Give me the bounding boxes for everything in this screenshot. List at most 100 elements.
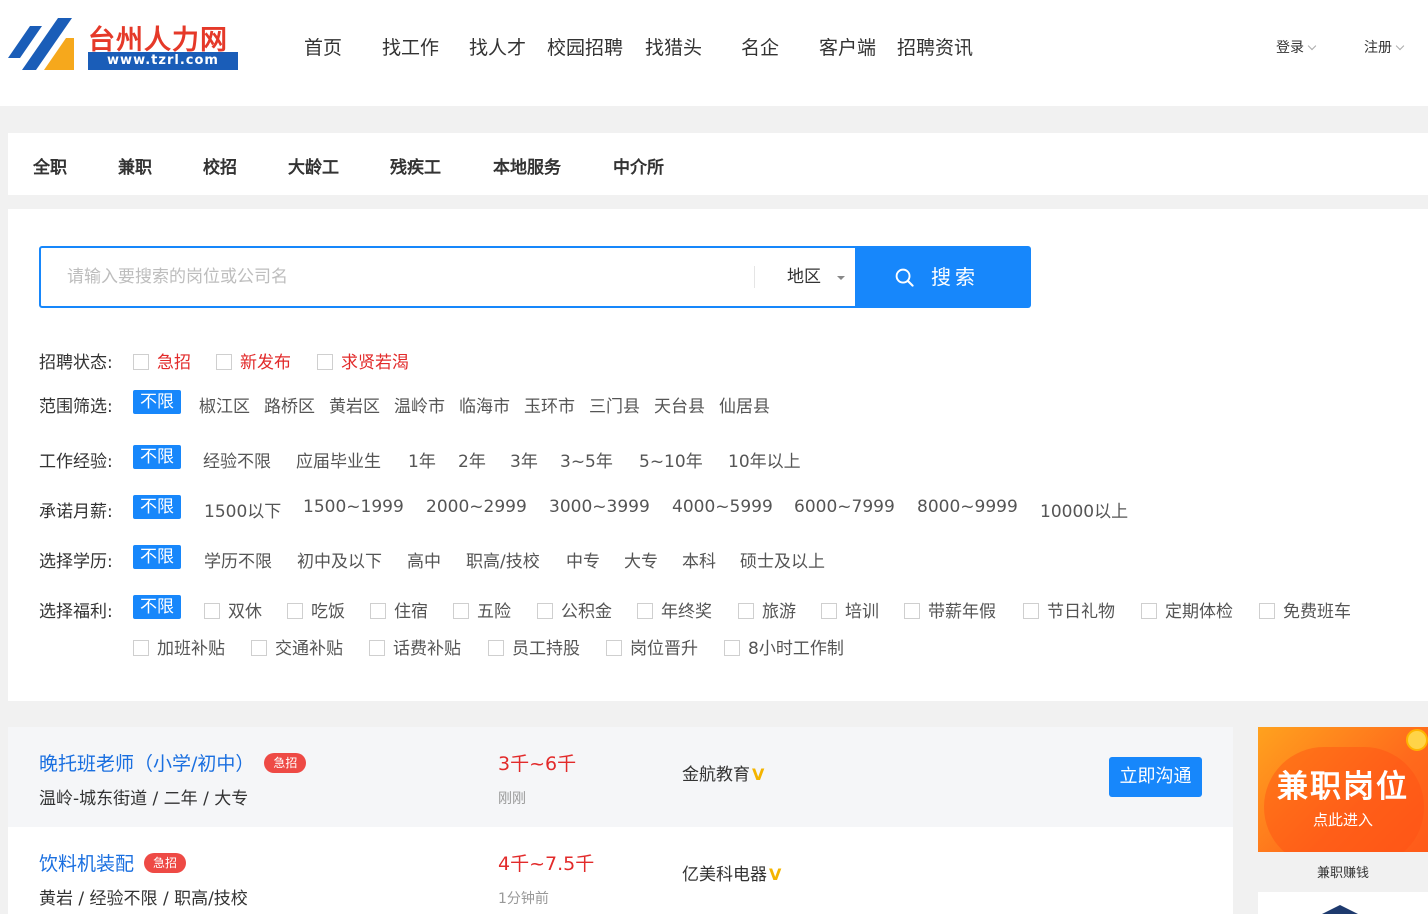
education-option[interactable]: 中专	[566, 547, 600, 572]
job-card[interactable]: 晚托班老师（小学/初中） 急招 温岭-城东街道 / 二年 / 大专 3千~6千 刚…	[8, 727, 1233, 827]
checkbox[interactable]	[317, 354, 333, 370]
salary-option[interactable]: 1500以下	[204, 497, 281, 522]
benefit-option[interactable]: 双休	[204, 597, 262, 622]
status-option-eager[interactable]: 求贤若渴	[317, 348, 409, 373]
area-option[interactable]: 路桥区	[264, 392, 315, 417]
checkbox[interactable]	[251, 640, 267, 656]
checkbox[interactable]	[369, 640, 385, 656]
checkbox[interactable]	[1023, 603, 1039, 619]
salary-option-any[interactable]: 不限	[133, 495, 181, 519]
area-option[interactable]: 仙居县	[719, 392, 770, 417]
job-card[interactable]: 饮料机装配 急招 黄岩 / 经验不限 / 职高/技校 4千~7.5千 1分钟前 亿…	[8, 827, 1233, 914]
benefit-option[interactable]: 8小时工作制	[724, 634, 844, 659]
benefit-option[interactable]: 员工持股	[488, 634, 580, 659]
login-link[interactable]: 登录	[1276, 37, 1317, 57]
education-option[interactable]: 学历不限	[204, 547, 272, 572]
benefit-option[interactable]: 住宿	[370, 597, 428, 622]
nav-find-talent[interactable]: 找人才	[469, 33, 526, 60]
education-option[interactable]: 初中及以下	[297, 547, 382, 572]
status-option-urgent[interactable]: 急招	[133, 348, 191, 373]
benefit-option[interactable]: 加班补贴	[133, 634, 225, 659]
experience-option-any[interactable]: 不限	[133, 445, 181, 469]
search-input[interactable]	[41, 248, 753, 306]
nav-news[interactable]: 招聘资讯	[897, 33, 973, 60]
checkbox[interactable]	[216, 354, 232, 370]
benefit-option[interactable]: 免费班车	[1259, 597, 1351, 622]
area-option-any[interactable]: 不限	[133, 390, 181, 414]
search-button[interactable]: 搜索	[855, 246, 1031, 308]
education-option[interactable]: 高中	[407, 547, 441, 572]
benefit-option[interactable]: 岗位晋升	[606, 634, 698, 659]
checkbox[interactable]	[488, 640, 504, 656]
education-option[interactable]: 大专	[624, 547, 658, 572]
register-link[interactable]: 注册	[1364, 37, 1405, 57]
nav-headhunter[interactable]: 找猎头	[645, 33, 702, 60]
checkbox[interactable]	[537, 603, 553, 619]
benefit-option[interactable]: 旅游	[738, 597, 796, 622]
checkbox[interactable]	[904, 603, 920, 619]
region-select[interactable]: 地区	[755, 248, 855, 306]
area-option[interactable]: 三门县	[589, 392, 640, 417]
experience-option[interactable]: 2年	[458, 447, 486, 472]
education-option[interactable]: 本科	[682, 547, 716, 572]
benefit-option[interactable]: 话费补贴	[369, 634, 461, 659]
job-title[interactable]: 晚托班老师（小学/初中） 急招	[39, 749, 307, 776]
checkbox[interactable]	[370, 603, 386, 619]
nav-find-job[interactable]: 找工作	[382, 33, 439, 60]
salary-option[interactable]: 6000~7999	[794, 497, 895, 517]
benefit-option[interactable]: 定期体检	[1141, 597, 1233, 622]
experience-option[interactable]: 5~10年	[639, 447, 703, 472]
salary-option[interactable]: 3000~3999	[549, 497, 650, 517]
company-name[interactable]: 金航教育 V	[682, 760, 764, 785]
experience-option[interactable]: 3年	[510, 447, 538, 472]
benefit-option[interactable]: 吃饭	[287, 597, 345, 622]
tab-local-services[interactable]: 本地服务	[493, 153, 561, 178]
area-option[interactable]: 椒江区	[199, 392, 250, 417]
experience-option[interactable]: 10年以上	[728, 447, 801, 472]
area-option[interactable]: 临海市	[459, 392, 510, 417]
nav-home[interactable]: 首页	[304, 33, 342, 60]
nav-campus[interactable]: 校园招聘	[547, 33, 623, 60]
tab-campus[interactable]: 校招	[203, 153, 237, 178]
benefits-option-any[interactable]: 不限	[133, 595, 181, 619]
tab-fulltime[interactable]: 全职	[33, 153, 67, 178]
benefit-option[interactable]: 培训	[821, 597, 879, 622]
education-option-any[interactable]: 不限	[133, 545, 181, 569]
checkbox[interactable]	[821, 603, 837, 619]
checkbox[interactable]	[133, 640, 149, 656]
salary-option[interactable]: 10000以上	[1040, 497, 1128, 522]
site-logo[interactable]: 台州人力网 www.tzrl.com	[8, 18, 240, 74]
benefit-option[interactable]: 交通补贴	[251, 634, 343, 659]
banner-caption[interactable]: 兼职赚钱	[1258, 862, 1428, 881]
area-option[interactable]: 天台县	[654, 392, 705, 417]
salary-option[interactable]: 8000~9999	[917, 497, 1018, 517]
experience-option[interactable]: 1年	[408, 447, 436, 472]
checkbox[interactable]	[606, 640, 622, 656]
tab-older-workers[interactable]: 大龄工	[288, 153, 339, 178]
nav-top-companies[interactable]: 名企	[741, 33, 779, 60]
checkbox[interactable]	[133, 354, 149, 370]
benefit-option[interactable]: 带薪年假	[904, 597, 996, 622]
job-title[interactable]: 饮料机装配 急招	[39, 849, 187, 876]
area-option[interactable]: 玉环市	[524, 392, 575, 417]
company-name[interactable]: 亿美科电器 V	[682, 860, 781, 885]
nav-client[interactable]: 客户端	[819, 33, 876, 60]
benefit-option[interactable]: 五险	[453, 597, 511, 622]
tab-agencies[interactable]: 中介所	[613, 153, 664, 178]
area-option[interactable]: 温岭市	[394, 392, 445, 417]
salary-option[interactable]: 2000~2999	[426, 497, 527, 517]
education-option[interactable]: 硕士及以上	[740, 547, 825, 572]
checkbox[interactable]	[738, 603, 754, 619]
checkbox[interactable]	[1259, 603, 1275, 619]
area-option[interactable]: 黄岩区	[329, 392, 380, 417]
experience-option[interactable]: 经验不限	[203, 447, 271, 472]
tab-disabled-workers[interactable]: 残疾工	[390, 153, 441, 178]
status-option-new[interactable]: 新发布	[216, 348, 291, 373]
salary-option[interactable]: 1500~1999	[303, 497, 404, 517]
benefit-option[interactable]: 年终奖	[637, 597, 712, 622]
benefit-option[interactable]: 公积金	[537, 597, 612, 622]
tab-parttime[interactable]: 兼职	[118, 153, 152, 178]
parttime-banner[interactable]: 兼职岗位 点此进入	[1258, 727, 1428, 852]
education-option[interactable]: 职高/技校	[466, 547, 540, 572]
salary-option[interactable]: 4000~5999	[672, 497, 773, 517]
